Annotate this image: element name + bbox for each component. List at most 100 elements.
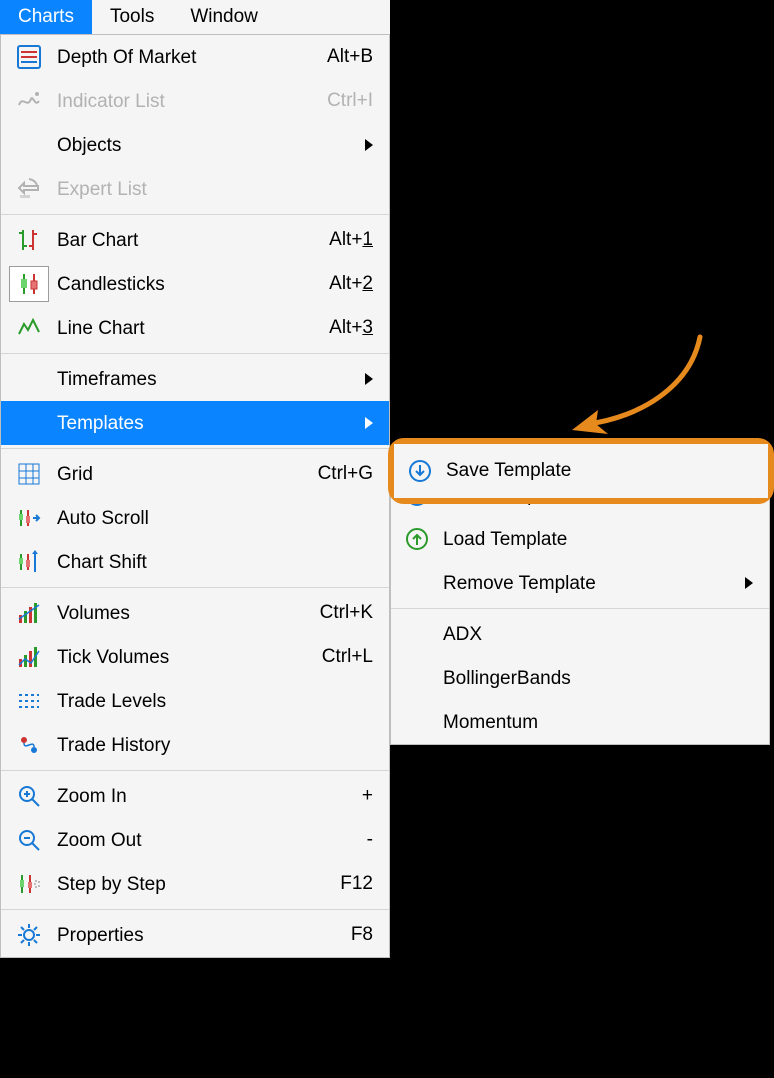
trade-levels-icon — [17, 689, 41, 713]
menu-label: Trade Levels — [57, 692, 373, 711]
auto-scroll-icon — [17, 506, 41, 530]
menu-label: BollingerBands — [443, 669, 753, 688]
save-template-icon — [405, 483, 429, 507]
menu-template-bollinger[interactable]: BollingerBands — [391, 656, 769, 700]
menu-shortcut: Alt+1 — [329, 229, 373, 251]
menu-label: Save Template — [443, 486, 753, 505]
menu-load-template[interactable]: Load Template — [391, 517, 769, 561]
menu-objects[interactable]: Objects — [1, 123, 389, 167]
charts-dropdown: Depth Of Market Alt+B Indicator List Ctr… — [0, 34, 390, 958]
menu-shortcut: F12 — [340, 873, 373, 895]
menu-properties[interactable]: Properties F8 — [1, 913, 389, 957]
menubar-window[interactable]: Window — [172, 0, 276, 34]
menu-separator — [391, 608, 769, 609]
indicator-list-icon — [17, 89, 41, 113]
menu-separator — [1, 214, 389, 215]
menu-label: Line Chart — [57, 319, 329, 338]
menu-trade-levels[interactable]: Trade Levels — [1, 679, 389, 723]
menu-label: Step by Step — [57, 875, 340, 894]
menu-step-by-step[interactable]: Step by Step F12 — [1, 862, 389, 906]
expert-list-icon — [17, 177, 41, 201]
menu-label: ADX — [443, 625, 753, 644]
menu-label: Grid — [57, 465, 318, 484]
submenu-arrow-icon — [365, 139, 373, 151]
menu-chart-shift[interactable]: Chart Shift — [1, 540, 389, 584]
menubar: Charts Tools Window — [0, 0, 390, 35]
menu-template-momentum[interactable]: Momentum — [391, 700, 769, 744]
menu-volumes[interactable]: Volumes Ctrl+K — [1, 591, 389, 635]
menu-label: Timeframes — [57, 370, 357, 389]
depth-icon — [17, 45, 41, 69]
menu-shortcut: Ctrl+L — [322, 646, 373, 668]
menu-label: Depth Of Market — [57, 48, 327, 67]
menu-line-chart[interactable]: Line Chart Alt+3 — [1, 306, 389, 350]
menu-bar-chart[interactable]: Bar Chart Alt+1 — [1, 218, 389, 262]
step-icon — [17, 872, 41, 896]
menu-separator — [1, 587, 389, 588]
menu-grid[interactable]: Grid Ctrl+G — [1, 452, 389, 496]
line-chart-icon — [17, 316, 41, 340]
properties-icon — [17, 923, 41, 947]
zoom-out-icon — [17, 828, 41, 852]
menu-remove-template[interactable]: Remove Template — [391, 561, 769, 605]
menu-label: Auto Scroll — [57, 509, 373, 528]
menu-shortcut: Ctrl+G — [318, 463, 373, 485]
menu-separator — [1, 909, 389, 910]
submenu-arrow-icon — [365, 417, 373, 429]
menu-depth-of-market[interactable]: Depth Of Market Alt+B — [1, 35, 389, 79]
menu-label: Templates — [57, 414, 357, 433]
menu-shortcut: Alt+2 — [329, 273, 373, 295]
menu-trade-history[interactable]: Trade History — [1, 723, 389, 767]
menu-label: Objects — [57, 136, 357, 155]
menu-shortcut: Alt+3 — [329, 317, 373, 339]
menu-separator — [1, 448, 389, 449]
menu-shortcut: Alt+B — [327, 46, 373, 68]
menu-label: Properties — [57, 926, 351, 945]
menu-label: Zoom Out — [57, 831, 367, 850]
menu-label: Expert List — [57, 180, 373, 199]
menu-templates[interactable]: Templates — [1, 401, 389, 445]
candlestick-icon — [17, 272, 41, 296]
menu-shortcut: + — [362, 785, 373, 807]
menu-save-template[interactable]: Save Template — [391, 473, 769, 517]
menu-tick-volumes[interactable]: Tick Volumes Ctrl+L — [1, 635, 389, 679]
load-template-icon — [405, 527, 429, 551]
menu-label: Indicator List — [57, 92, 327, 111]
trade-history-icon — [17, 733, 41, 757]
menu-label: Zoom In — [57, 787, 362, 806]
menu-shortcut: - — [367, 829, 373, 851]
grid-icon — [17, 462, 41, 486]
menu-zoom-in[interactable]: Zoom In + — [1, 774, 389, 818]
annotation-arrow — [560, 332, 710, 440]
menu-expert-list: Expert List — [1, 167, 389, 211]
menu-zoom-out[interactable]: Zoom Out - — [1, 818, 389, 862]
zoom-in-icon — [17, 784, 41, 808]
menu-label: Trade History — [57, 736, 373, 755]
menu-template-adx[interactable]: ADX — [391, 612, 769, 656]
menubar-tools[interactable]: Tools — [92, 0, 172, 34]
menu-candlesticks[interactable]: Candlesticks Alt+2 — [1, 262, 389, 306]
menu-label: Candlesticks — [57, 275, 329, 294]
menu-label: Volumes — [57, 604, 320, 623]
submenu-arrow-icon — [365, 373, 373, 385]
bar-chart-icon — [17, 228, 41, 252]
menu-label: Bar Chart — [57, 231, 329, 250]
tick-volumes-icon — [17, 645, 41, 669]
menu-label: Momentum — [443, 713, 753, 732]
submenu-arrow-icon — [745, 577, 753, 589]
menu-separator — [1, 353, 389, 354]
menu-shortcut: Ctrl+K — [320, 602, 373, 624]
menu-label: Tick Volumes — [57, 648, 322, 667]
templates-dropdown: Save Template Load Template Remove Templ… — [390, 472, 770, 745]
menu-separator — [1, 770, 389, 771]
menu-shortcut: F8 — [351, 924, 373, 946]
menu-label: Chart Shift — [57, 553, 373, 572]
chart-shift-icon — [17, 550, 41, 574]
menu-auto-scroll[interactable]: Auto Scroll — [1, 496, 389, 540]
menu-indicator-list: Indicator List Ctrl+I — [1, 79, 389, 123]
menu-timeframes[interactable]: Timeframes — [1, 357, 389, 401]
menu-label: Load Template — [443, 530, 753, 549]
menu-label: Remove Template — [443, 574, 737, 593]
volumes-icon — [17, 601, 41, 625]
menubar-charts[interactable]: Charts — [0, 0, 92, 34]
